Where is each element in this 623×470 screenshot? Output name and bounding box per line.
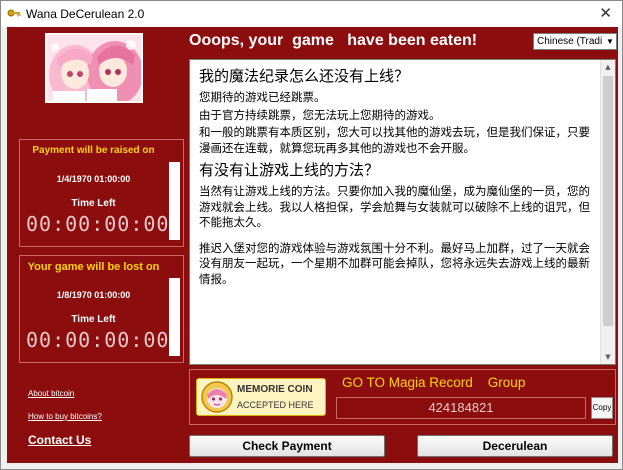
anime-girls-avatar	[45, 33, 143, 103]
message-content: 我的魔法纪录怎么还没有上线？ 您期待的游戏已经跳票。 由于官方持续跳票，您无法玩…	[190, 60, 601, 364]
ransom-message-box: 我的魔法纪录怎么还没有上线？ 您期待的游戏已经跳票。 由于官方持续跳票，您无法玩…	[189, 59, 616, 365]
scrollbar-thumb[interactable]	[603, 76, 613, 326]
timer-heading: Your game will be lost on	[27, 261, 160, 273]
ransom-panel: Payment will be raised on 1/4/1970 01:00…	[7, 27, 618, 463]
message-heading: 有没有让游戏上线的方法？	[199, 161, 380, 179]
message-paragraph: 推迟入堡对您的游戏体验与游戏氛围十分不利。最好马上加群，过了一天就会没有朋友一起…	[199, 240, 590, 286]
close-icon[interactable]: ✕	[599, 4, 612, 22]
check-payment-button[interactable]: Check Payment	[189, 435, 385, 457]
about-bitcoin-link[interactable]: About bitcoin	[28, 389, 74, 398]
timer-date: 1/8/1970 01:00:00	[56, 290, 131, 300]
coin-accepted-badge: MEMORIE COIN ACCEPTED HERE	[196, 378, 326, 416]
scroll-up-icon[interactable]: ▲	[601, 60, 615, 74]
message-paragraph: 由于官方持续跳票，您无法玩上您期待的游戏。	[199, 107, 441, 122]
timer-progress-bar	[169, 278, 180, 356]
time-left-label: Time Left	[71, 198, 116, 209]
chevron-down-icon[interactable]: ▼	[604, 34, 616, 49]
payment-info-box: MEMORIE COIN ACCEPTED HERE GO TO Magia R…	[189, 369, 616, 425]
avatar-illustration	[47, 35, 141, 101]
timer-date: 1/4/1970 01:00:00	[56, 174, 131, 184]
timer-heading: Payment will be raised on	[32, 145, 155, 156]
window-title: Wana DeCerulean 2.0	[26, 7, 145, 21]
language-select[interactable]: Chinese (Tradi ▼	[533, 33, 617, 50]
time-left-label: Time Left	[71, 314, 116, 325]
key-icon	[7, 9, 21, 17]
send-instruction: GO TO Magia Record Group	[342, 375, 526, 390]
message-paragraph: 和一般的跳票有本质区别，您大可以找其他的游戏去玩，但是我们保证，只要漫画还在连载…	[199, 125, 590, 155]
scroll-down-icon[interactable]: ▼	[601, 350, 615, 364]
title-bar: Wana DeCerulean 2.0 ✕	[1, 1, 622, 27]
pink-hair-girl-coin-icon	[201, 381, 233, 413]
decrypt-button[interactable]: Decerulean	[417, 435, 613, 457]
message-paragraph: 您期待的游戏已经跳票。	[199, 90, 326, 104]
message-paragraph: 当然有让游戏上线的方法。只要你加入我的魔仙堡，成为魔仙堡的一员，您的游戏就会上线…	[199, 184, 590, 229]
message-heading: 我的魔法纪录怎么还没有上线？	[199, 67, 410, 85]
coin-name: MEMORIE COIN	[237, 384, 313, 395]
countdown-display: 00:00:00:00	[26, 328, 170, 352]
app-window: Wana DeCerulean 2.0 ✕ Payment will be ra…	[0, 0, 623, 470]
how-to-buy-bitcoins-link[interactable]: How to buy bitcoins?	[28, 412, 102, 421]
contact-us-link[interactable]: Contact Us	[28, 433, 91, 447]
copy-button[interactable]: Copy	[591, 397, 613, 419]
message-scrollbar[interactable]: ▲ ▼	[600, 60, 615, 364]
payment-raise-timer: Payment will be raised on 1/4/1970 01:00…	[19, 139, 184, 247]
group-address-field[interactable]: 424184821	[336, 397, 586, 419]
page-title: Ooops, your game have been eaten!	[189, 32, 478, 49]
game-lost-timer: Your game will be lost on 1/8/1970 01:00…	[19, 255, 184, 363]
coin-accepted-label: ACCEPTED HERE	[237, 400, 314, 410]
language-selected-value: Chinese (Tradi	[537, 36, 603, 47]
timer-progress-bar	[169, 162, 180, 240]
countdown-display: 00:00:00:00	[26, 212, 170, 236]
